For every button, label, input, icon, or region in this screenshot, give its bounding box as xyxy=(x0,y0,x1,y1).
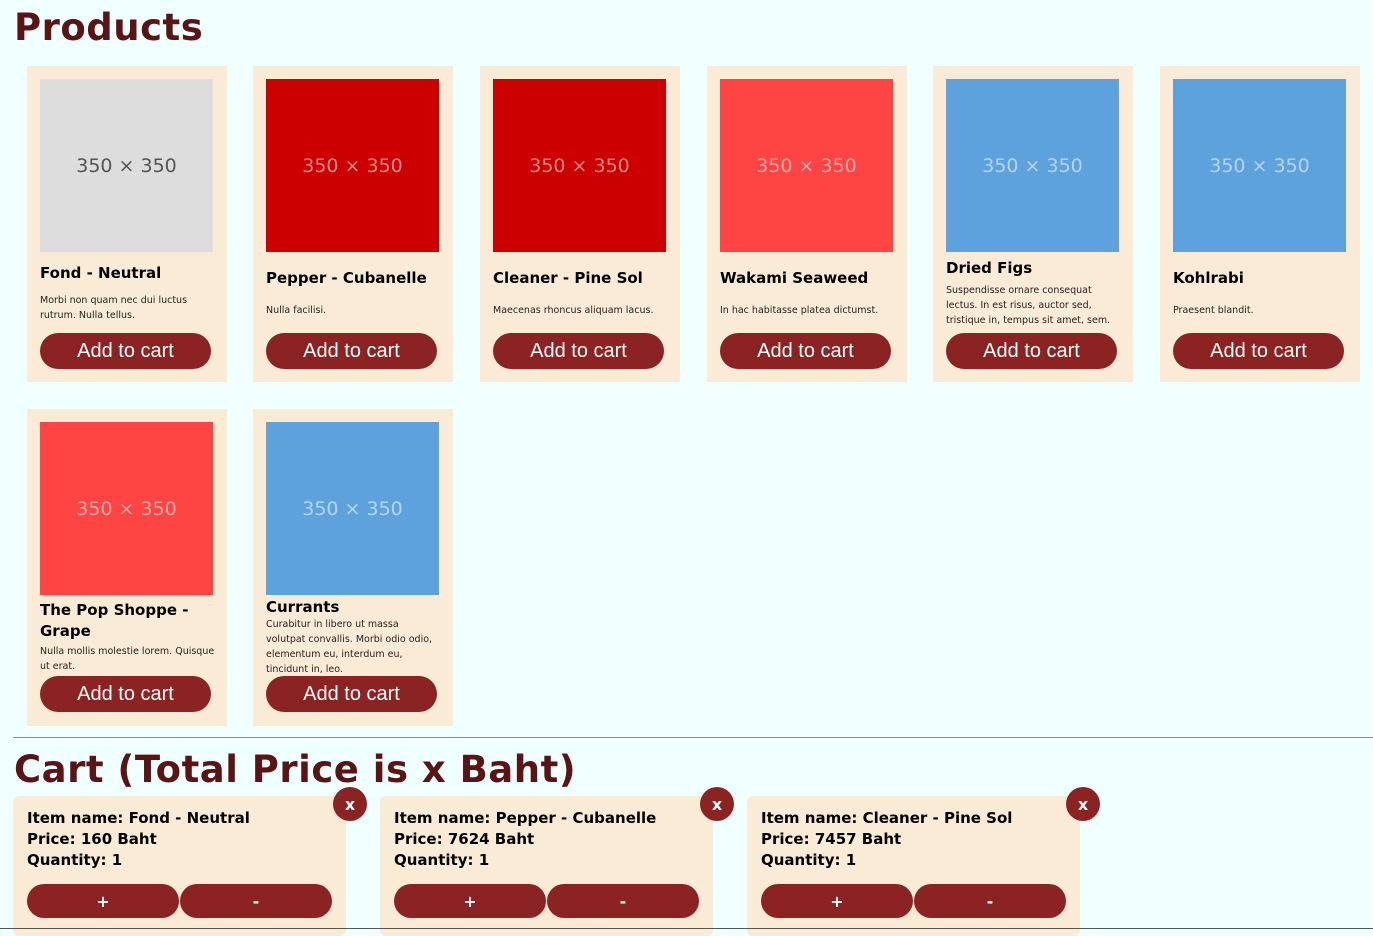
product-card: 350 × 350 The Pop Shoppe - Grape Nulla m… xyxy=(27,409,227,726)
product-card: 350 × 350 Cleaner - Pine Sol Maecenas rh… xyxy=(480,66,680,382)
product-description: Morbi non quam nec dui luctus rutrum. Nu… xyxy=(40,295,188,321)
cart-item-name: Item name: Fond - Neutral xyxy=(27,809,250,827)
image-placeholder-label: 350 × 350 xyxy=(76,154,177,177)
add-to-cart-button[interactable]: Add to cart xyxy=(493,333,664,369)
product-card: 350 × 350 Pepper - Cubanelle Nulla facil… xyxy=(253,66,453,382)
product-name: Fond - Neutral xyxy=(40,264,162,282)
decrease-quantity-button[interactable]: - xyxy=(547,884,699,918)
bottom-border xyxy=(0,928,1373,929)
increase-quantity-button[interactable]: + xyxy=(761,884,913,918)
image-placeholder-label: 350 × 350 xyxy=(76,497,177,520)
quantity-controls: + - xyxy=(761,884,1066,918)
product-image: 350 × 350 xyxy=(1173,79,1346,252)
product-card: 350 × 350 Wakami Seaweed In hac habitass… xyxy=(707,66,907,382)
image-placeholder-label: 350 × 350 xyxy=(302,154,403,177)
product-name: Kohlrabi xyxy=(1173,269,1244,287)
product-card: 350 × 350 Dried Figs Suspendisse ornare … xyxy=(933,66,1133,382)
decrease-quantity-button[interactable]: - xyxy=(180,884,332,918)
remove-item-button[interactable]: x xyxy=(333,787,367,821)
product-image: 350 × 350 xyxy=(40,79,213,252)
image-placeholder-label: 350 × 350 xyxy=(529,154,630,177)
product-description: Curabitur in libero ut massa volutpat co… xyxy=(266,619,433,675)
cart-item-quantity: Quantity: 1 xyxy=(394,851,490,869)
product-description: Praesent blandit. xyxy=(1173,305,1254,316)
decrease-quantity-button[interactable]: - xyxy=(914,884,1066,918)
image-placeholder-label: 350 × 350 xyxy=(302,497,403,520)
remove-item-button[interactable]: x xyxy=(700,787,734,821)
cart-item: Item name: Fond - Neutral Price: 160 Bah… xyxy=(13,796,346,936)
add-to-cart-button[interactable]: Add to cart xyxy=(40,333,211,369)
remove-item-button[interactable]: x xyxy=(1066,787,1100,821)
product-name: Wakami Seaweed xyxy=(720,269,869,287)
cart-item-price: Price: 7457 Baht xyxy=(761,830,902,848)
cart-item-name: Item name: Pepper - Cubanelle xyxy=(394,809,657,827)
image-placeholder-label: 350 × 350 xyxy=(756,154,857,177)
products-heading: Products xyxy=(14,6,204,49)
product-image: 350 × 350 xyxy=(40,422,213,595)
product-description: In hac habitasse platea dictumst. xyxy=(720,305,879,316)
image-placeholder-label: 350 × 350 xyxy=(1209,154,1310,177)
add-to-cart-button[interactable]: Add to cart xyxy=(720,333,891,369)
cart-item: Item name: Cleaner - Pine Sol Price: 745… xyxy=(747,796,1080,936)
cart-item-quantity: Quantity: 1 xyxy=(761,851,857,869)
product-card: 350 × 350 Currants Curabitur in libero u… xyxy=(253,409,453,726)
add-to-cart-button[interactable]: Add to cart xyxy=(1173,333,1344,369)
add-to-cart-button[interactable]: Add to cart xyxy=(40,676,211,712)
product-name: Currants xyxy=(266,598,340,616)
add-to-cart-button[interactable]: Add to cart xyxy=(266,676,437,712)
product-card: 350 × 350 Kohlrabi Praesent blandit. Add… xyxy=(1160,66,1360,382)
product-card: 350 × 350 Fond - Neutral Morbi non quam … xyxy=(27,66,227,382)
quantity-controls: + - xyxy=(394,884,699,918)
cart-item-name: Item name: Cleaner - Pine Sol xyxy=(761,809,1013,827)
cart-heading: Cart (Total Price is x Baht) xyxy=(14,748,577,791)
product-description: Maecenas rhoncus aliquam lacus. xyxy=(493,305,654,316)
cart-item: Item name: Pepper - Cubanelle Price: 762… xyxy=(380,796,713,936)
product-image: 350 × 350 xyxy=(493,79,666,252)
cart-item-price: Price: 160 Baht xyxy=(27,830,157,848)
image-placeholder-label: 350 × 350 xyxy=(982,154,1083,177)
product-image: 350 × 350 xyxy=(266,79,439,252)
quantity-controls: + - xyxy=(27,884,332,918)
section-divider xyxy=(13,737,1373,738)
add-to-cart-button[interactable]: Add to cart xyxy=(266,333,437,369)
add-to-cart-button[interactable]: Add to cart xyxy=(946,333,1117,369)
product-description: Nulla facilisi. xyxy=(266,305,327,316)
cart-item-quantity: Quantity: 1 xyxy=(27,851,123,869)
product-name: The Pop Shoppe - Grape xyxy=(40,601,189,640)
product-description: Nulla mollis molestie lorem. Quisque ut … xyxy=(40,646,215,672)
product-image: 350 × 350 xyxy=(266,422,439,595)
product-name: Dried Figs xyxy=(946,259,1033,277)
product-image: 350 × 350 xyxy=(946,79,1119,252)
product-image: 350 × 350 xyxy=(720,79,893,252)
increase-quantity-button[interactable]: + xyxy=(27,884,179,918)
product-name: Cleaner - Pine Sol xyxy=(493,269,643,287)
cart-item-price: Price: 7624 Baht xyxy=(394,830,535,848)
product-name: Pepper - Cubanelle xyxy=(266,269,427,287)
product-description: Suspendisse ornare consequat lectus. In … xyxy=(946,285,1111,326)
increase-quantity-button[interactable]: + xyxy=(394,884,546,918)
